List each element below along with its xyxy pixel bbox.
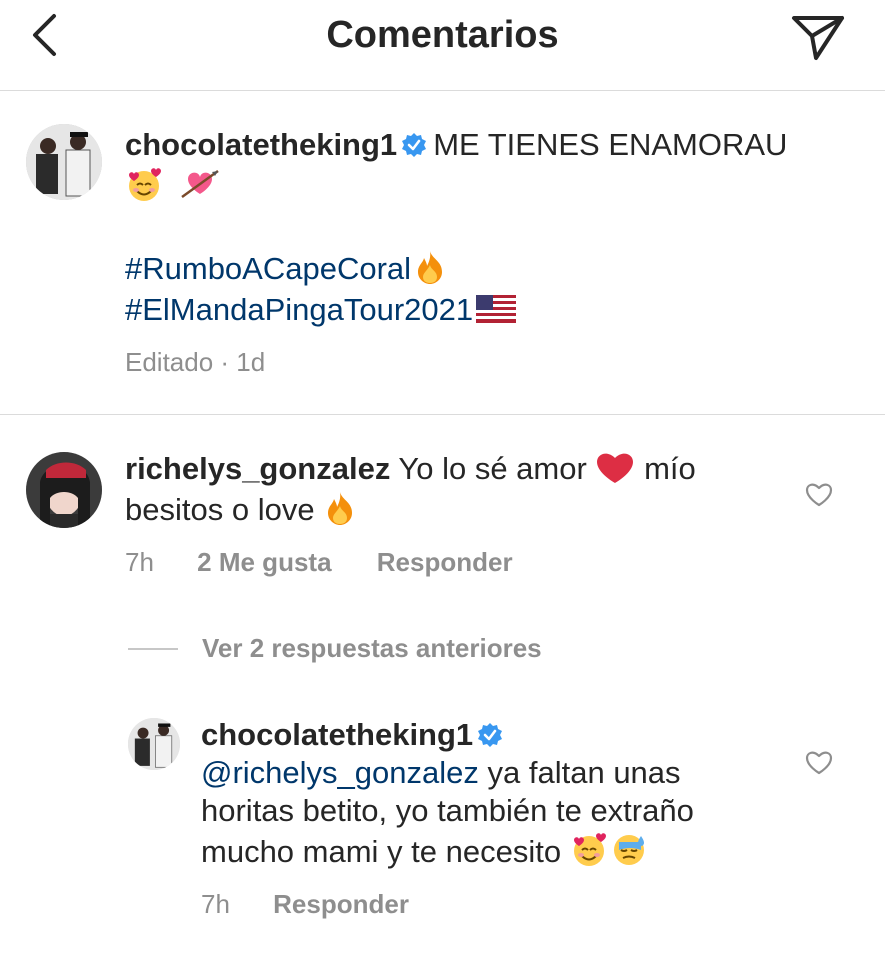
caption-line-1: chocolatetheking1 ME TIENES ENAMORAU [125, 124, 865, 165]
reply-text-3: mucho mami y te necesito [201, 834, 562, 869]
comment-body: richelys_gonzalez Yo lo sé amor mío besi… [125, 448, 785, 530]
caption-text-1: ME TIENES ENAMORAU [433, 127, 788, 162]
heart-outline-icon[interactable] [804, 480, 834, 508]
caption-body: chocolatetheking1 ME TIENES ENAMORAU #Rum… [125, 124, 865, 383]
smiling-face-with-hearts-icon [573, 833, 606, 866]
caption-emoji-line [125, 165, 865, 207]
reply-line-4: mucho mami y te necesito [201, 830, 791, 871]
replies-divider-line [128, 648, 178, 650]
comment-line-2: besitos o love [125, 489, 785, 530]
fire-icon [328, 492, 353, 525]
reply-button[interactable]: Responder [273, 889, 409, 919]
avatar[interactable] [128, 718, 180, 770]
comment-text-1: Yo lo sé amor [398, 451, 587, 486]
paper-plane-icon[interactable] [790, 12, 846, 62]
comment-meta-row: 7h 2 Me gusta Responder [125, 547, 513, 578]
avatar-image [26, 124, 102, 200]
fire-icon [418, 251, 443, 284]
verified-badge-icon [478, 723, 503, 747]
reply-line-2: @richelys_gonzalez ya faltan unas [201, 754, 791, 792]
downcast-face-with-sweat-icon [613, 835, 644, 865]
us-flag-icon [476, 295, 517, 323]
avatar[interactable] [26, 452, 102, 528]
reply-username[interactable]: chocolatetheking1 [201, 717, 473, 752]
page-title: Comentarios [326, 14, 559, 56]
view-previous-replies-link[interactable]: Ver 2 respuestas anteriores [202, 633, 542, 664]
smiling-face-with-hearts-icon [129, 168, 161, 201]
caption-username[interactable]: chocolatetheking1 [125, 127, 397, 162]
avatar[interactable] [26, 124, 102, 200]
avatar-image [26, 452, 102, 528]
likes-count-link[interactable]: 2 Me gusta [197, 547, 331, 577]
heart-outline-icon[interactable] [804, 748, 834, 776]
red-heart-icon [597, 453, 634, 483]
verified-badge-icon [402, 133, 427, 157]
reply-meta-row: 7h Responder [201, 889, 409, 920]
mention-link[interactable]: @richelys_gonzalez [201, 755, 479, 790]
reply-button[interactable]: Responder [377, 547, 513, 577]
comment-username[interactable]: richelys_gonzalez [125, 451, 390, 486]
comment-time: 7h [125, 547, 154, 577]
caption-hashtag-line-1: #RumboACapeCoral [125, 248, 865, 289]
reply-text-1: ya faltan unas [487, 755, 681, 790]
caption-hashtag-line-2: #ElMandaPingaTour2021 [125, 289, 865, 330]
comment-text-2: mío [644, 451, 696, 486]
reply-time: 7h [201, 889, 230, 919]
avatar-image [128, 718, 180, 770]
comment-line-1: richelys_gonzalez Yo lo sé amor mío [125, 448, 785, 489]
header-bar: Comentarios [0, 0, 885, 91]
reply-line-3: horitas betito, yo también te extraño [201, 793, 694, 828]
hashtag-link[interactable]: #ElMandaPingaTour2021 [125, 292, 473, 327]
comment-text-3: besitos o love [125, 492, 315, 527]
reply-line-1: chocolatetheking1 [201, 716, 791, 754]
heart-with-arrow-icon [180, 169, 219, 199]
reply-body: chocolatetheking1 @richelys_gonzalez ya … [201, 716, 791, 871]
divider [0, 414, 885, 415]
caption-meta: Editado · 1d [125, 347, 266, 377]
hashtag-link[interactable]: #RumboACapeCoral [125, 251, 411, 286]
